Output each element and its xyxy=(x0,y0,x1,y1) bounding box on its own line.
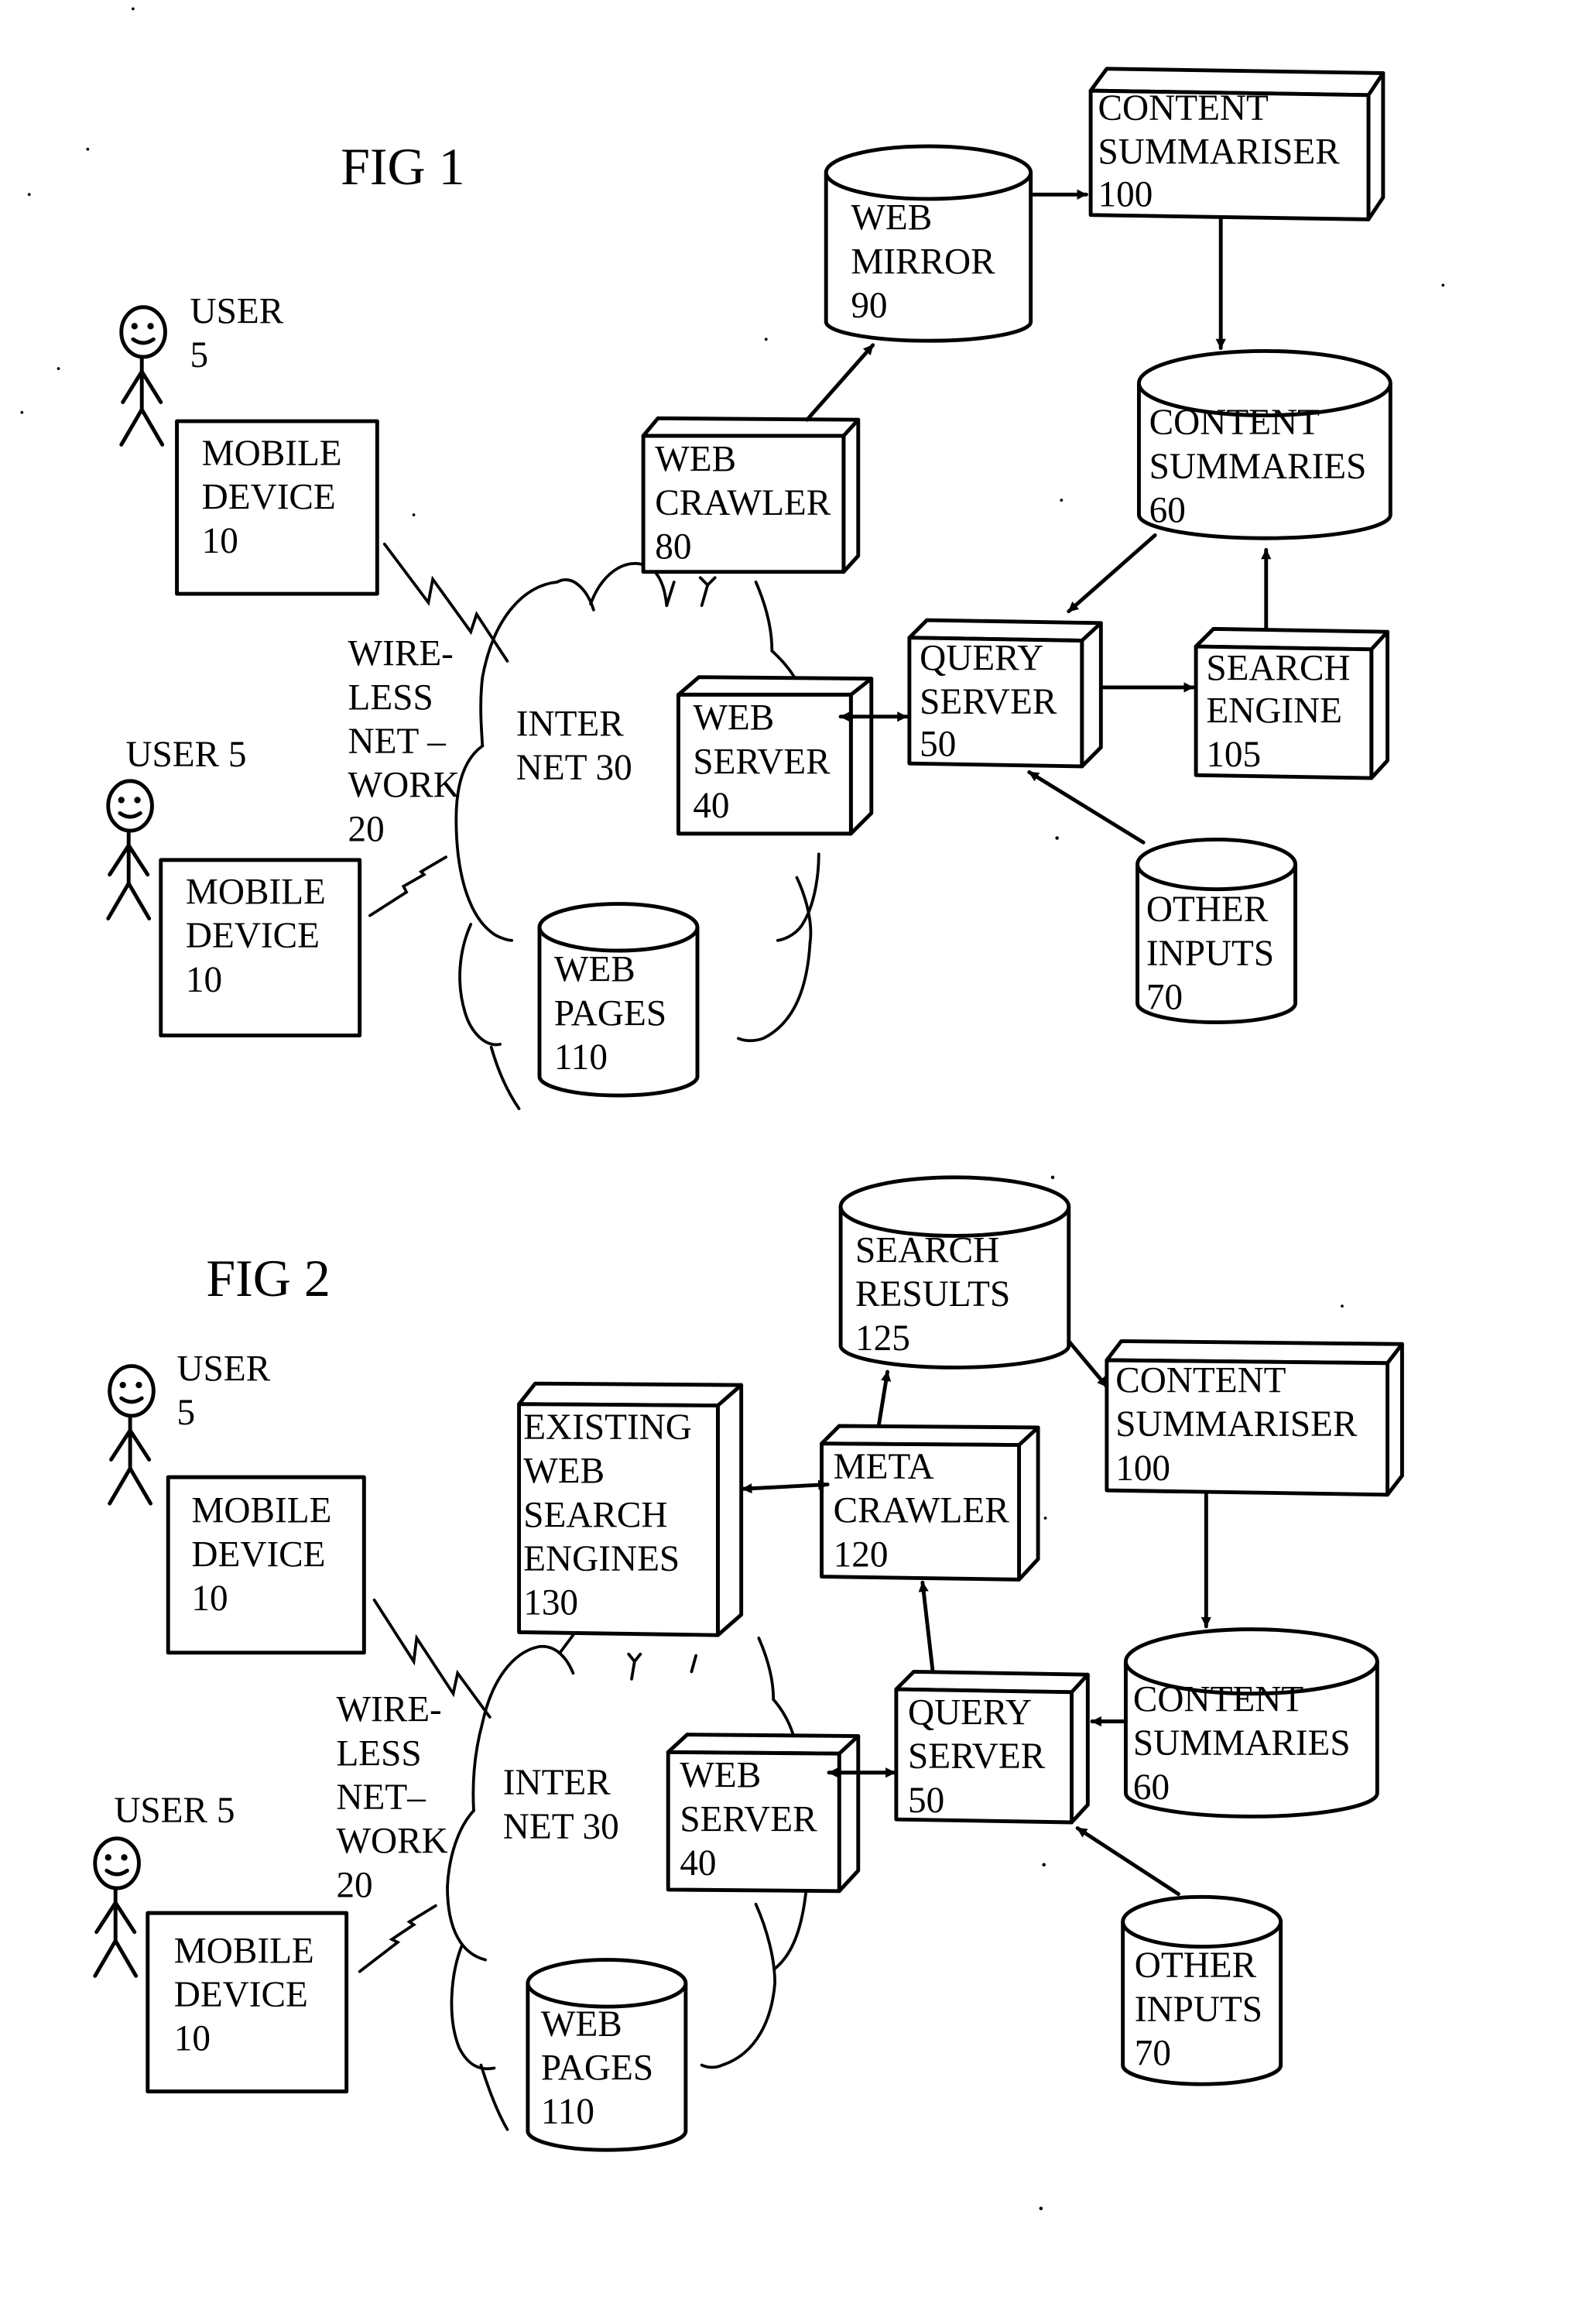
arrow-engines-metacrawler xyxy=(741,1479,830,1494)
user-icon xyxy=(119,305,167,447)
user-icon xyxy=(93,1836,141,1978)
wireless-link-icon xyxy=(358,1904,437,1973)
patent-figure-sheet: FIG 1 USER 5 MOBILE DEVICE 10 USER 5 MOB… xyxy=(20,7,1445,2211)
figure-1: FIG 1 USER 5 MOBILE DEVICE 10 USER 5 MOB… xyxy=(106,67,1392,1110)
user-icon xyxy=(106,779,154,920)
user-label: USER 5 xyxy=(125,735,246,775)
wireless-network-label: WIRE- LESS NET – WORK 20 xyxy=(348,634,469,850)
arrow-queryserver-metacrawler xyxy=(918,1580,935,1674)
user-label: USER 5 xyxy=(190,292,293,376)
arrow-otherinputs-queryserver xyxy=(1027,770,1146,845)
figure-2: FIG 2 USER 5 MOBILE DEVICE 10 USER 5 MOB… xyxy=(93,1175,1404,2152)
user-label: USER 5 xyxy=(177,1349,280,1433)
wireless-network-label: WIRE- LESS NET– WORK 20 xyxy=(336,1690,457,1906)
arrow-summaries-queryserver xyxy=(1067,533,1157,614)
user-label: USER 5 xyxy=(114,1791,235,1831)
user-icon xyxy=(108,1364,156,1506)
internet-label: INTER NET 30 xyxy=(516,704,633,788)
arrow-crawler-mirror xyxy=(805,343,875,422)
arrow-results-summariser xyxy=(1067,1339,1109,1389)
arrow-metacrawler-results xyxy=(876,1369,892,1428)
figure-title: FIG 2 xyxy=(206,1249,331,1308)
internet-label: INTER NET 30 xyxy=(503,1763,620,1847)
wireless-link-icon xyxy=(368,855,447,917)
arrow-otherinputs-queryserver xyxy=(1075,1826,1180,1897)
figure-title: FIG 1 xyxy=(341,137,465,196)
